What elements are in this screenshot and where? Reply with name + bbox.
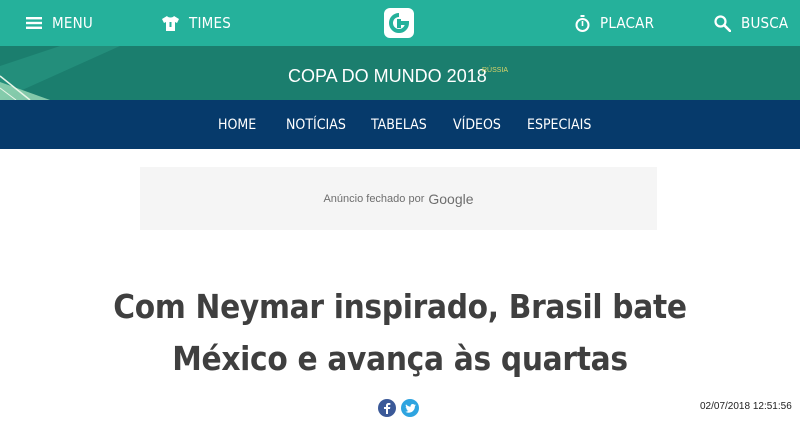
facebook-share-button[interactable] — [378, 399, 396, 417]
ad-closed-text: Anúncio fechado por — [323, 192, 425, 205]
search-icon — [714, 14, 731, 32]
copa-superscript: RÚSSIA — [482, 67, 509, 74]
nav-item-home[interactable]: HOME — [218, 100, 256, 149]
nav-item-tabelas[interactable]: TABELAS — [371, 100, 427, 149]
twitter-share-button[interactable] — [401, 399, 419, 417]
copa-banner[interactable]: COPA DO MUNDO 2018 RÚSSIA — [0, 46, 800, 100]
copa-title: COPA DO MUNDO 2018 — [288, 66, 487, 86]
field-lines-decoration — [0, 46, 120, 100]
top-bar: MENU TIMES PLACAR BUSCA — [0, 0, 800, 46]
headline-line-2: México e avança às quartas — [172, 339, 628, 378]
placar-button[interactable]: PLACAR — [575, 0, 654, 46]
menu-label: MENU — [52, 14, 93, 32]
times-button[interactable]: TIMES — [162, 0, 231, 46]
ad-google-brand: Google — [428, 190, 474, 207]
article-headline: Com Neymar inspirado, Brasil bate México… — [100, 281, 700, 385]
twitter-icon — [404, 403, 416, 413]
hamburger-icon — [26, 17, 42, 29]
shirt-icon — [162, 15, 179, 31]
menu-button[interactable]: MENU — [26, 0, 93, 46]
stopwatch-icon — [575, 14, 590, 32]
placar-label: PLACAR — [600, 14, 655, 32]
times-label: TIMES — [189, 14, 231, 32]
nav-item-videos[interactable]: VÍDEOS — [453, 100, 501, 149]
nav-item-especiais[interactable]: ESPECIAIS — [527, 100, 591, 149]
section-nav: HOME NOTÍCIAS TABELAS VÍDEOS ESPECIAIS — [0, 100, 800, 149]
nav-item-noticias[interactable]: NOTÍCIAS — [286, 100, 346, 149]
facebook-icon — [384, 403, 391, 414]
busca-button[interactable]: BUSCA — [714, 0, 788, 46]
article-timestamp: 02/07/2018 12:51:56 — [700, 401, 792, 412]
site-logo[interactable] — [384, 8, 414, 38]
ad-placeholder: Anúncio fechado por Google — [140, 167, 657, 230]
busca-label: BUSCA — [741, 14, 789, 32]
headline-line-1: Com Neymar inspirado, Brasil bate — [113, 287, 687, 326]
